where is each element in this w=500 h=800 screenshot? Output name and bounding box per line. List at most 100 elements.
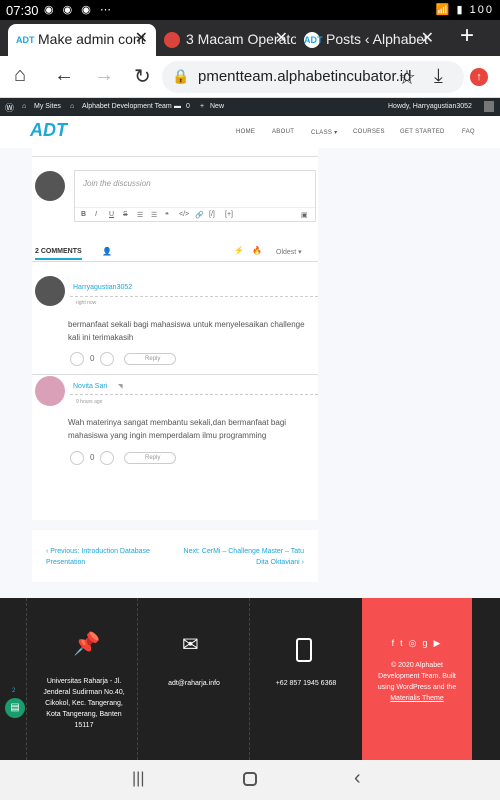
- menu-class[interactable]: CLASS ▾: [311, 129, 337, 136]
- reply-label: Reply: [145, 356, 161, 362]
- twitter-icon[interactable]: t: [400, 638, 409, 648]
- footer-copyright: © 2020 Alphabet Development Team. Built …: [377, 662, 457, 691]
- underline-button[interactable]: U: [109, 211, 114, 218]
- operator-icon: [164, 32, 180, 48]
- url-field[interactable]: 🔒 pmentteam.alphabetincubator.id ☆ ⤓: [162, 61, 464, 93]
- back-icon[interactable]: ←: [54, 64, 74, 87]
- comment-icon: ▬: [174, 103, 181, 110]
- reload-icon[interactable]: ↻: [134, 64, 151, 89]
- post-navigation: ‹ Previous: Introduction Database Presen…: [32, 530, 318, 582]
- tab-label: Posts ‹ Alphabet: [326, 31, 428, 47]
- reply-button[interactable]: Reply: [124, 353, 176, 365]
- theme-link[interactable]: Materialis Theme: [372, 693, 462, 704]
- previous-post-link[interactable]: ‹ Previous: Introduction Database Presen…: [46, 546, 166, 568]
- bookmark-star-icon[interactable]: ☆: [398, 65, 416, 90]
- menu-get-started[interactable]: GET STARTED: [400, 129, 445, 135]
- upvote-button[interactable]: [70, 451, 84, 465]
- comment-text: Wah materinya sangat membantu sekali,dan…: [68, 418, 287, 440]
- chat-icon[interactable]: ▤: [5, 698, 25, 718]
- chat-badge: 2: [12, 688, 16, 694]
- new-tab-button[interactable]: +: [460, 22, 474, 50]
- phone-icon: [296, 638, 312, 662]
- url-text: pmentteam.alphabetincubator.id: [198, 68, 412, 85]
- tab-operator[interactable]: 3 Macam Operato ✕: [156, 24, 296, 56]
- spoiler-button[interactable]: [+]: [225, 211, 233, 218]
- howdy-link[interactable]: Howdy, Harryagustian3052: [388, 103, 472, 110]
- notification-icons: ◉ ◉ ◉ ⋯: [44, 4, 114, 16]
- user-icon[interactable]: 👤: [102, 247, 112, 256]
- lightning-icon[interactable]: ⚡: [234, 246, 244, 255]
- youtube-icon[interactable]: ▶: [433, 638, 446, 648]
- avatar[interactable]: [484, 101, 494, 112]
- discussion-editor[interactable]: Join the discussion B I U S ☰ ☰ ❝ </> 🔗 …: [74, 170, 316, 222]
- divider: [32, 156, 318, 157]
- comment-author[interactable]: Novita Sari: [73, 383, 107, 390]
- menu-home[interactable]: HOME: [236, 129, 255, 135]
- recents-icon[interactable]: |||: [132, 770, 144, 788]
- forward-icon[interactable]: →: [94, 64, 114, 87]
- menu-about[interactable]: ABOUT: [272, 129, 294, 135]
- avatar: [35, 171, 65, 201]
- footer-phone[interactable]: +62 857 1945 6368: [250, 678, 362, 689]
- footer-email[interactable]: adt@raharja.info: [138, 678, 250, 689]
- system-nav-bar: ||| ‹: [0, 760, 500, 800]
- close-icon[interactable]: ✕: [275, 24, 288, 54]
- reply-button[interactable]: Reply: [124, 452, 176, 464]
- next-post-link[interactable]: Next: CerMi – Challenge Master – Tatu Di…: [182, 546, 304, 568]
- italic-button[interactable]: I: [95, 211, 97, 218]
- my-sites-link[interactable]: My Sites: [34, 103, 61, 110]
- code-block-button[interactable]: [/]: [209, 211, 215, 218]
- site-header: ADT HOME ABOUT CLASS ▾ COURSES GET START…: [0, 116, 500, 148]
- downvote-button[interactable]: [100, 451, 114, 465]
- site-logo[interactable]: ADT: [30, 120, 67, 144]
- home-icon[interactable]: [243, 772, 257, 786]
- image-icon[interactable]: ▣: [301, 211, 308, 219]
- tab-posts[interactable]: ADT Posts ‹ Alphabet ✕: [296, 24, 442, 56]
- ordered-list-button[interactable]: ☰: [137, 211, 143, 219]
- sort-dropdown[interactable]: Oldest ▾: [276, 248, 302, 256]
- close-icon[interactable]: ✕: [135, 24, 148, 54]
- menu-faq[interactable]: FAQ: [462, 129, 475, 135]
- footer-phone-col: +62 857 1945 6368: [250, 598, 362, 760]
- wp-admin-bar: Ⓦ ⌂ My Sites ⌂ Alphabet Development Team…: [0, 98, 500, 116]
- downvote-button[interactable]: [100, 352, 114, 366]
- upvote-button[interactable]: [70, 352, 84, 366]
- site-name-link[interactable]: Alphabet Development Team: [82, 103, 172, 110]
- new-link[interactable]: New: [210, 103, 224, 110]
- facebook-icon[interactable]: f: [392, 638, 401, 648]
- quote-button[interactable]: ❝: [165, 211, 169, 219]
- instagram-icon[interactable]: ◎: [409, 638, 423, 648]
- flame-icon[interactable]: 🔥: [252, 246, 262, 255]
- comments-tab[interactable]: 2 COMMENTS: [35, 248, 82, 260]
- footer-email-col: ✉ adt@raharja.info: [138, 598, 250, 760]
- update-icon[interactable]: ↑: [470, 68, 488, 86]
- vote-count: 0: [90, 453, 95, 462]
- divider: [32, 374, 318, 375]
- home-icon[interactable]: ⌂: [14, 64, 26, 87]
- unordered-list-button[interactable]: ☰: [151, 211, 157, 219]
- rss-icon[interactable]: ◥: [118, 383, 123, 390]
- comment-author[interactable]: Harryagustian3052: [73, 284, 132, 291]
- download-icon[interactable]: ⤓: [434, 65, 443, 88]
- code-button[interactable]: </>: [179, 211, 189, 218]
- wordpress-icon[interactable]: Ⓦ: [5, 101, 14, 114]
- divider: [70, 296, 318, 297]
- close-icon[interactable]: ✕: [421, 24, 434, 54]
- back-icon[interactable]: ‹: [354, 767, 361, 790]
- google-plus-icon[interactable]: g: [422, 638, 433, 648]
- plus-icon: +: [200, 103, 205, 110]
- tab-make-admin[interactable]: ADT Make admin cont ✕: [8, 24, 156, 56]
- social-icons: ft◎g▶: [374, 638, 464, 649]
- vote-count: 0: [90, 354, 95, 363]
- system-icons: 📶 ▮ 100: [435, 4, 494, 16]
- comment-text: bermanfaat sekali bagi mahasiswa untuk m…: [68, 320, 305, 342]
- bold-button[interactable]: B: [81, 211, 86, 218]
- strike-button[interactable]: S: [123, 211, 128, 218]
- adt-logo-icon: ADT: [16, 32, 35, 48]
- comment-time[interactable]: right now: [76, 300, 96, 306]
- lock-icon: 🔒: [172, 68, 190, 84]
- link-button[interactable]: 🔗: [195, 211, 204, 219]
- comments-count[interactable]: 0: [186, 103, 190, 110]
- menu-courses[interactable]: COURSES: [353, 129, 385, 135]
- comment-time[interactable]: 9 hours ago: [76, 399, 102, 405]
